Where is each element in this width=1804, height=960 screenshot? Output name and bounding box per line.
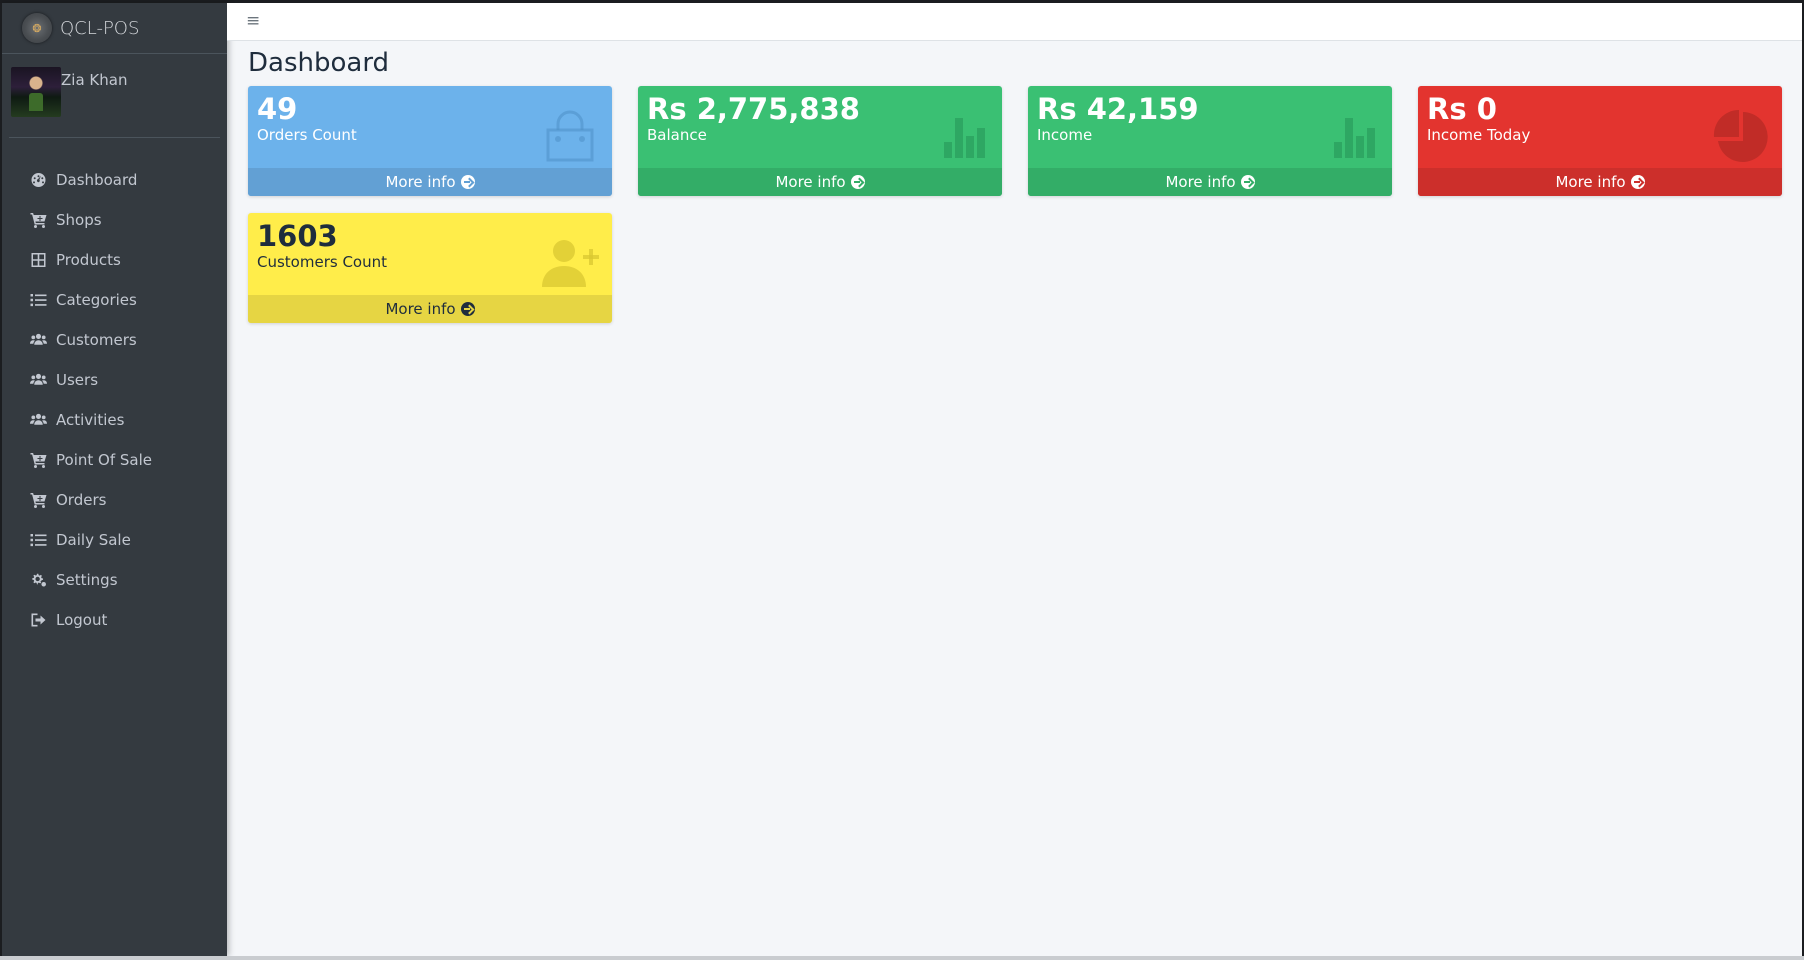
sidebar-item-categories[interactable]: Categories: [2, 280, 227, 320]
arrow-circle-right-icon: [1630, 175, 1645, 189]
cart-icon: [28, 212, 48, 228]
sidebar-item-label: Products: [56, 251, 121, 269]
users-icon: [28, 372, 48, 388]
sidebar-item-label: Activities: [56, 411, 125, 429]
sidebar-item-dashboard[interactable]: Dashboard: [2, 160, 227, 200]
user-panel[interactable]: Zia Khan: [9, 54, 220, 138]
logout-icon: [28, 612, 48, 628]
balance-more-info-link[interactable]: More info: [638, 168, 1002, 196]
brand-title: QCL-POS: [60, 17, 140, 39]
more-info-label: More info: [385, 300, 456, 318]
sidebar: ❂ QCL-POS Zia Khan Dashboard Shops Produ…: [0, 3, 227, 956]
pie-chart-icon: [1712, 108, 1770, 170]
list-icon: [28, 532, 48, 548]
top-navbar: ≡: [227, 3, 1802, 41]
sidebar-item-label: Customers: [56, 331, 137, 349]
sidebar-item-label: Users: [56, 371, 99, 389]
more-info-label: More info: [1165, 173, 1236, 191]
sidebar-item-label: Orders: [56, 491, 107, 509]
more-info-label: More info: [385, 173, 456, 191]
sidebar-item-logout[interactable]: Logout: [2, 600, 227, 640]
users-icon: [28, 412, 48, 428]
avatar: [11, 67, 61, 117]
list-icon: [28, 292, 48, 308]
cart-icon: [28, 452, 48, 468]
dashboard-icon: [28, 172, 48, 188]
sidebar-item-shops[interactable]: Shops: [2, 200, 227, 240]
sidebar-item-activities[interactable]: Activities: [2, 400, 227, 440]
customers-more-info-link[interactable]: More info: [248, 295, 612, 323]
bar-chart-icon: [1332, 114, 1378, 162]
sidebar-item-users[interactable]: Users: [2, 360, 227, 400]
sidebar-item-customers[interactable]: Customers: [2, 320, 227, 360]
window-bottom-edge: [0, 956, 1804, 960]
sidebar-item-label: Point Of Sale: [56, 451, 152, 469]
income-today-box: Rs 0 Income Today More info: [1418, 86, 1782, 196]
arrow-circle-right-icon: [850, 175, 865, 189]
income-box: Rs 42,159 Income More info: [1028, 86, 1392, 196]
customers-count-box: 1603 Customers Count More info: [248, 213, 612, 323]
sidebar-item-label: Logout: [56, 611, 108, 629]
arrow-circle-right-icon: [1240, 175, 1255, 189]
orders-count-box: 49 Orders Count More info: [248, 86, 612, 196]
hamburger-icon[interactable]: ≡: [246, 13, 264, 30]
sidebar-item-label: Shops: [56, 211, 102, 229]
arrow-circle-right-icon: [460, 302, 475, 316]
income-more-info-link[interactable]: More info: [1028, 168, 1392, 196]
sidebar-nav: Dashboard Shops Products Categories Cust…: [2, 160, 227, 640]
cart-icon: [28, 492, 48, 508]
more-info-label: More info: [775, 173, 846, 191]
sidebar-item-label: Dashboard: [56, 171, 138, 189]
sidebar-item-label: Daily Sale: [56, 531, 131, 549]
bar-chart-icon: [942, 114, 988, 162]
balance-box: Rs 2,775,838 Balance More info: [638, 86, 1002, 196]
grid-icon: [28, 252, 48, 268]
sidebar-item-point-of-sale[interactable]: Point Of Sale: [2, 440, 227, 480]
users-icon: [28, 332, 48, 348]
sidebar-item-daily-sale[interactable]: Daily Sale: [2, 520, 227, 560]
sidebar-item-settings[interactable]: Settings: [2, 560, 227, 600]
page-title: Dashboard: [248, 48, 390, 78]
brand-logo-icon: ❂: [22, 13, 52, 43]
shopping-bag-icon: [542, 108, 598, 168]
arrow-circle-right-icon: [460, 175, 475, 189]
sidebar-item-products[interactable]: Products: [2, 240, 227, 280]
sidebar-item-label: Settings: [56, 571, 118, 589]
orders-more-info-link[interactable]: More info: [248, 168, 612, 196]
income-today-more-info-link[interactable]: More info: [1418, 168, 1782, 196]
sidebar-item-label: Categories: [56, 291, 137, 309]
sidebar-item-orders[interactable]: Orders: [2, 480, 227, 520]
more-info-label: More info: [1555, 173, 1626, 191]
brand-link[interactable]: ❂ QCL-POS: [2, 3, 227, 54]
user-name[interactable]: Zia Khan: [61, 71, 127, 89]
user-plus-icon: [540, 237, 600, 291]
gears-icon: [28, 572, 48, 588]
